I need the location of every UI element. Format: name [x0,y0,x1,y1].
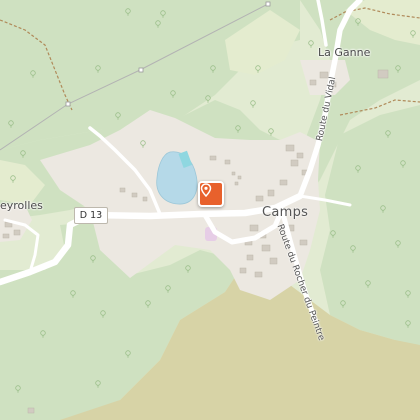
map-view[interactable]: La Ganne Camps eyrolles Route du Vidal R… [0,0,420,420]
map-canvas[interactable] [0,0,420,420]
location-marker[interactable] [198,181,224,207]
road-shield-d13: D 13 [74,207,108,224]
place-label-peyrolles: eyrolles [0,199,43,212]
map-pin-icon [200,183,212,197]
place-label-la-ganne: La Ganne [318,46,371,59]
place-label-camps: Camps [262,205,309,220]
